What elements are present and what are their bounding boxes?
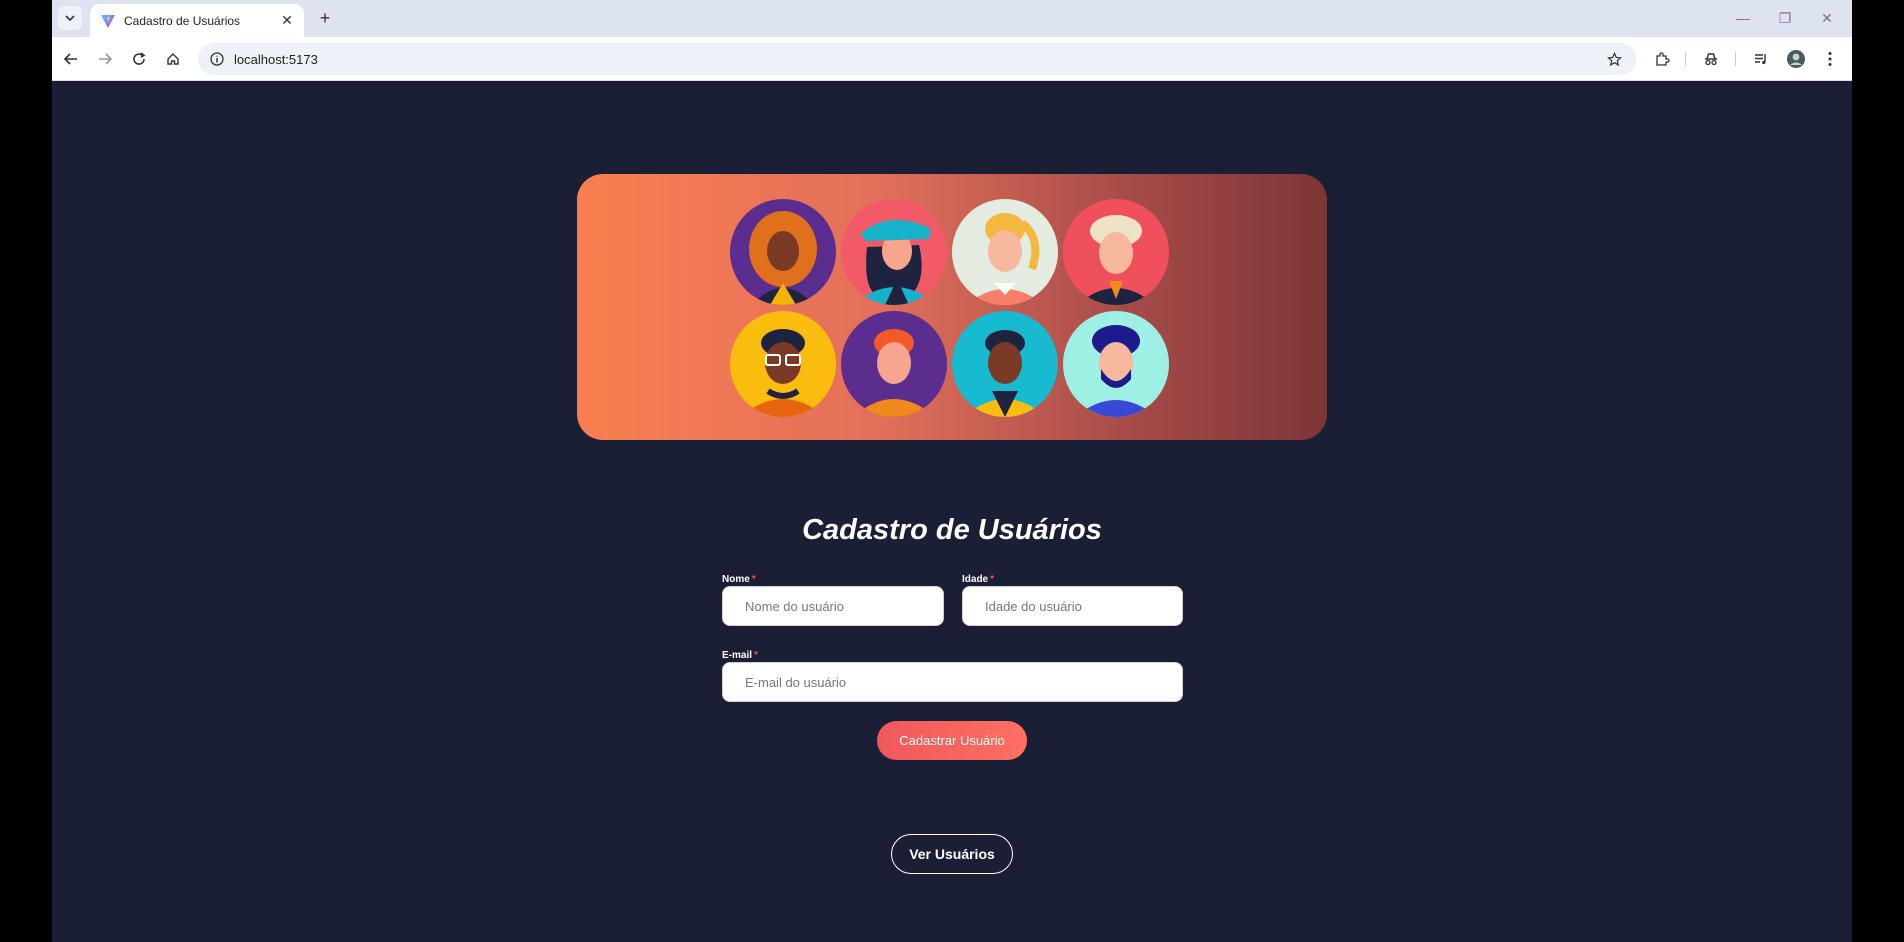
name-label: Nome * — [722, 574, 756, 585]
woman-ponytail-avatar — [952, 199, 1058, 305]
woman-curly-hair-avatar — [730, 199, 836, 305]
tab-strip: Cadastro de Usuários ✕ + — ❐ ✕ — [52, 0, 1852, 37]
page-title: Cadastro de Usuários — [802, 514, 1102, 546]
reload-button[interactable] — [126, 46, 152, 72]
page-content: Cadastro de Usuários Nome* Idade* E-mail… — [52, 82, 1852, 942]
close-tab-icon[interactable]: ✕ — [278, 12, 296, 30]
hero-banner — [577, 174, 1327, 440]
bookmark-star-icon[interactable] — [1604, 49, 1624, 69]
home-icon — [167, 53, 179, 65]
site-info-icon[interactable] — [210, 52, 224, 66]
browser-tab[interactable]: Cadastro de Usuários ✕ — [90, 4, 304, 37]
required-marker: * — [751, 574, 756, 585]
old-man-avatar — [1063, 199, 1169, 305]
email-input[interactable] — [722, 662, 1183, 702]
forward-button[interactable] — [92, 46, 118, 72]
name-input[interactable] — [722, 586, 944, 626]
browser-menu-icon[interactable] — [1817, 46, 1843, 72]
age-input[interactable] — [962, 586, 1183, 626]
required-marker: * — [990, 574, 995, 585]
home-button[interactable] — [160, 46, 186, 72]
tab-title: Cadastro de Usuários — [124, 13, 241, 28]
url-text[interactable]: localhost:5173 — [234, 52, 318, 67]
media-queue-icon[interactable] — [1748, 46, 1774, 72]
browser-toolbar: localhost:5173 — [52, 37, 1852, 81]
browser-window: Cadastro de Usuários ✕ + — ❐ ✕ localhost… — [52, 0, 1852, 942]
extensions-icon[interactable] — [1649, 46, 1675, 72]
man-glasses-avatar — [730, 311, 836, 417]
man-beard-avatar — [1063, 311, 1169, 417]
minimize-icon[interactable]: — — [1728, 8, 1758, 28]
new-tab-button[interactable]: + — [314, 7, 336, 29]
age-label-text: Idade — [962, 574, 989, 585]
email-label: E-mail * — [722, 650, 758, 661]
woman-cap-avatar — [841, 199, 947, 305]
profile-avatar[interactable] — [1783, 46, 1809, 72]
back-button[interactable] — [58, 46, 84, 72]
tab-search-button[interactable] — [58, 6, 82, 30]
view-users-button[interactable]: Ver Usuários — [891, 834, 1013, 874]
vite-logo-icon — [101, 14, 115, 28]
close-window-icon[interactable]: ✕ — [1812, 8, 1842, 28]
boy-redhead-avatar — [841, 311, 947, 417]
address-bar[interactable]: localhost:5173 — [198, 43, 1636, 75]
incognito-extension-icon[interactable] — [1698, 46, 1724, 72]
toolbar-divider — [1685, 52, 1686, 66]
email-label-text: E-mail — [722, 650, 753, 661]
toolbar-divider — [1735, 52, 1736, 66]
chevron-down-icon — [65, 15, 75, 22]
arrow-right-icon — [99, 53, 112, 65]
reload-icon — [133, 52, 146, 65]
restore-icon[interactable]: ❐ — [1770, 8, 1800, 28]
name-label-text: Nome — [722, 574, 750, 585]
age-label: Idade * — [962, 574, 994, 585]
required-marker: * — [754, 650, 758, 661]
arrow-left-icon — [64, 53, 77, 65]
register-user-button[interactable]: Cadastrar Usuário — [877, 721, 1027, 760]
man-jacket-avatar — [952, 311, 1058, 417]
